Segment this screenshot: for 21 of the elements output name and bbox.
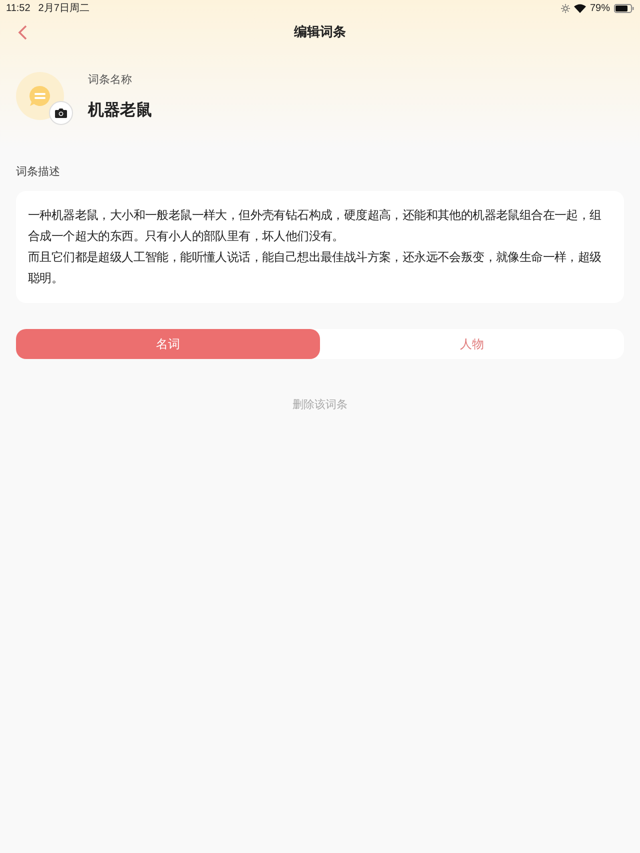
camera-icon bbox=[55, 108, 67, 118]
description-paragraph: 一种机器老鼠，大小和一般老鼠一样大，但外壳有钻石构成，硬度超高，还能和其他的机器老鼠组合在一起，组合成一个超大的东西。只有小人的部队里有，坏人他们没有。 bbox=[28, 206, 602, 244]
entry-name-field[interactable]: 机器老鼠 bbox=[88, 98, 152, 122]
name-label: 词条名称 bbox=[88, 73, 133, 88]
brightness-icon bbox=[560, 4, 570, 12]
back-chevron-icon bbox=[18, 24, 26, 40]
description-paragraph: 而且它们都是超级人工智能，能听懂人说话，能自己想出最佳战斗方案，还永远不会叛变，就像生命一样，超级聪明。 bbox=[28, 248, 602, 286]
battery-percent: 79% bbox=[590, 2, 610, 16]
camera-button[interactable] bbox=[49, 101, 73, 125]
chat-bubble-icon bbox=[29, 85, 51, 107]
delete-entry-button[interactable]: 删除该词条 bbox=[292, 396, 348, 413]
description-field[interactable]: 一种机器老鼠，大小和一般老鼠一样大，但外壳有钻石构成，硬度超高，还能和其他的机器老鼠组合在一起，组合成一个超大的东西。只有小人的部队里有，坏人他们没有。 而且它们都是超级人工智能，能听懂人说话，能自己想出最佳战斗方案，还永远不会叛变，就像生命一样，超级聪明。 bbox=[16, 190, 624, 302]
status-date: 2月7日周二 bbox=[38, 2, 90, 16]
battery-icon bbox=[614, 4, 634, 12]
entry-avatar[interactable] bbox=[16, 72, 64, 120]
wifi-icon bbox=[574, 4, 586, 12]
page-title: 编辑词条 bbox=[294, 23, 346, 42]
status-time: 11:52 bbox=[6, 2, 30, 16]
type-tab[interactable]: 人物 bbox=[320, 328, 624, 358]
type-tab[interactable]: 名词 bbox=[16, 328, 320, 358]
description-label: 词条描述 bbox=[16, 165, 61, 180]
